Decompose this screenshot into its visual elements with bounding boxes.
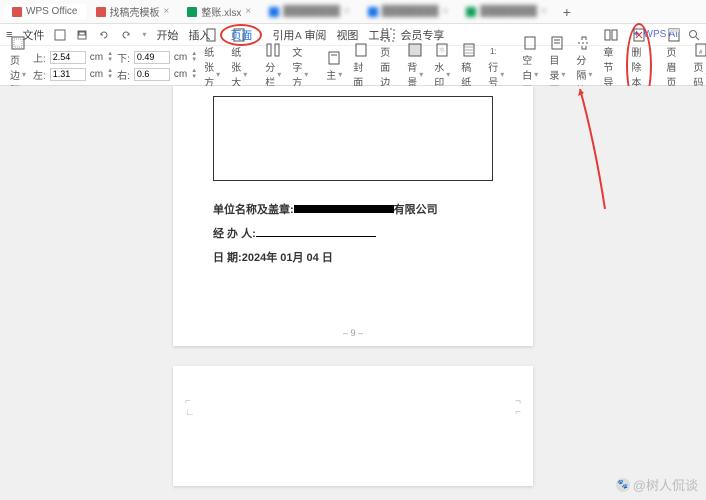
background-icon <box>407 42 423 58</box>
close-icon[interactable]: × <box>541 6 547 17</box>
wps-icon <box>12 7 22 17</box>
spinner-icon[interactable]: ▲▼ <box>191 51 197 63</box>
menu-tools[interactable]: 工具 <box>368 27 390 43</box>
doc-icon <box>96 7 106 17</box>
lined-paper-button[interactable]: 稿纸 <box>457 42 481 89</box>
tab-blurred-1[interactable]: ████████ × <box>261 4 358 19</box>
seal-field: 单位名称及盖章: 有限公司 <box>213 201 493 217</box>
tab-blurred-2[interactable]: ████████ × <box>360 4 457 19</box>
margin-top-input[interactable] <box>50 51 86 64</box>
file-tabs-bar: WPS Office 找稿壳模板 × 整账.xlsx × ████████ × … <box>0 0 706 24</box>
svg-text:A: A <box>295 31 302 42</box>
add-tab-button[interactable]: + <box>557 4 577 20</box>
doc-icon <box>368 7 378 17</box>
lined-paper-icon <box>461 42 477 58</box>
svg-text:1:: 1: <box>490 47 497 56</box>
spinner-icon[interactable]: ▲▼ <box>107 68 113 80</box>
cover-button[interactable]: 封面 <box>349 42 373 89</box>
watermark-button[interactable]: 水水印▾ <box>430 42 454 89</box>
master-icon <box>326 50 342 66</box>
margin-right-input[interactable] <box>134 68 170 81</box>
tab-label: WPS Office <box>26 6 78 17</box>
menu-member[interactable]: 会员专享 <box>400 27 444 43</box>
background-button[interactable]: 背景▾ <box>403 42 427 89</box>
margin-left-input[interactable] <box>50 68 86 81</box>
toc-icon <box>549 35 565 51</box>
redo-icon[interactable] <box>120 29 132 41</box>
margin-top-label: 上: <box>33 50 46 65</box>
close-icon[interactable]: × <box>442 6 448 17</box>
header-footer-icon <box>666 27 682 43</box>
chapter-nav-icon <box>603 27 619 43</box>
columns-icon <box>265 42 281 58</box>
tab-blurred-3[interactable]: ████████ × <box>458 4 555 19</box>
document-canvas[interactable]: 单位名称及盖章: 有限公司 经 办 人: 日 期: 2024年 01月 04 日… <box>0 86 706 500</box>
margin-bottom-label: 下: <box>117 50 130 65</box>
handler-field: 经 办 人: <box>213 225 493 241</box>
page-number-icon: # <box>693 42 706 58</box>
margins-icon <box>10 35 26 51</box>
columns-button[interactable]: 分栏▾ <box>261 42 285 89</box>
menu-review[interactable]: 审阅 <box>304 27 326 43</box>
watermark-icon: 水 <box>434 42 450 58</box>
tab-wps-office[interactable]: WPS Office <box>4 4 86 19</box>
paw-icon: 🐾 <box>616 478 630 492</box>
menu-page[interactable]: 页面 <box>220 24 262 46</box>
margin-bottom-input[interactable] <box>134 51 170 64</box>
annotation-arrow-2 <box>575 86 625 214</box>
page-number-button[interactable]: #页码▾ <box>689 42 706 89</box>
image-watermark: 🐾 @树人侃谈 <box>616 475 698 494</box>
margin-left-label: 左: <box>33 67 46 82</box>
redacted-bar <box>294 205 394 213</box>
line-number-icon: 1: <box>488 42 504 58</box>
content-box <box>213 96 493 181</box>
document-page-10[interactable]: ⌐∟ ¬⌐ <box>173 366 533 486</box>
spinner-icon[interactable]: ▲▼ <box>191 68 197 80</box>
close-icon[interactable]: × <box>164 6 170 17</box>
menu-references[interactable]: 引用 <box>272 27 294 43</box>
menu-view[interactable]: 视图 <box>336 27 358 43</box>
svg-text:#: # <box>699 50 703 56</box>
blank-page-icon <box>522 35 538 51</box>
document-page-9[interactable]: 单位名称及盖章: 有限公司 经 办 人: 日 期: 2024年 01月 04 日… <box>173 86 533 346</box>
doc-icon <box>269 7 279 17</box>
search-icon[interactable] <box>688 29 700 41</box>
close-icon[interactable]: × <box>344 6 350 17</box>
menu-insert[interactable]: 插入 <box>188 27 210 43</box>
xls-icon <box>187 7 197 17</box>
tab-label: 找稿壳模板 <box>110 4 160 19</box>
tab-label: ████████ <box>283 6 340 17</box>
menu-start[interactable]: 开始 <box>156 27 178 43</box>
page-break-icon <box>576 35 592 51</box>
xls-icon <box>466 7 476 17</box>
ribbon-page: 页边距▾ 上: cm▲▼ 下: cm▲▼ 左: cm▲▼ 右: cm▲▼ 纸张方… <box>0 46 706 86</box>
spinner-icon[interactable]: ▲▼ <box>107 51 113 63</box>
close-icon[interactable]: × <box>245 6 251 17</box>
tab-label: ████████ <box>480 6 537 17</box>
page-number-text: – 9 – <box>173 328 533 338</box>
chevron-down-icon[interactable]: ▾ <box>142 30 146 39</box>
new-icon[interactable] <box>54 29 66 41</box>
delete-section-icon <box>631 27 647 43</box>
tab-label: ████████ <box>382 6 439 17</box>
save-icon[interactable] <box>76 29 88 41</box>
undo-icon[interactable] <box>98 29 110 41</box>
tab-label: 整账.xlsx <box>201 4 241 19</box>
tab-template[interactable]: 找稿壳模板 × <box>88 2 178 21</box>
master-button[interactable]: 主▾ <box>322 50 346 82</box>
section-bracket-icon: ⌐∟ <box>185 396 195 418</box>
svg-text:水: 水 <box>439 46 445 54</box>
tab-xlsx[interactable]: 整账.xlsx × <box>179 2 259 21</box>
margin-right-label: 右: <box>117 67 130 82</box>
line-number-button[interactable]: 1:行号▾ <box>484 42 508 89</box>
section-bracket-icon: ¬⌐ <box>515 396 521 418</box>
cover-icon <box>353 42 369 58</box>
margins-inputs: 上: cm▲▼ 下: cm▲▼ 左: cm▲▼ 右: cm▲▼ <box>33 50 197 82</box>
underline <box>256 225 376 237</box>
date-field: 日 期: 2024年 01月 04 日 <box>213 249 493 265</box>
